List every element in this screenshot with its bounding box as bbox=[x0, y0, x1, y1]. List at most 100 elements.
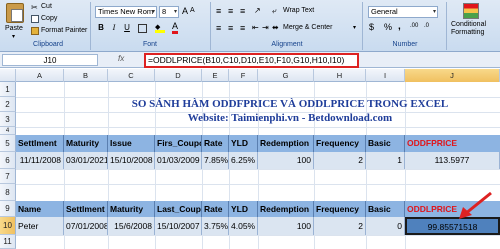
header-frequency[interactable]: Frequency bbox=[314, 135, 366, 152]
merge-center-button[interactable]: Merge & Center bbox=[283, 24, 332, 31]
underline-button[interactable]: U bbox=[121, 22, 133, 34]
cell-h10[interactable]: 2 bbox=[314, 217, 366, 235]
header-maturity[interactable]: Maturity bbox=[64, 135, 108, 152]
number-format-box[interactable]: General ▾ bbox=[368, 6, 438, 18]
header-settlment[interactable]: Settlment bbox=[16, 135, 64, 152]
copy-icon[interactable] bbox=[31, 15, 39, 23]
decrease-decimal-icon[interactable]: .0 bbox=[424, 23, 429, 29]
font-name-box[interactable]: Times New Rom ▾ bbox=[95, 6, 157, 18]
orientation-icon[interactable]: ↗ bbox=[254, 6, 261, 15]
header-frequency[interactable]: Frequency bbox=[314, 201, 366, 217]
header-redemption[interactable]: Redemption bbox=[258, 135, 314, 152]
format-painter-button[interactable]: Format Painter bbox=[41, 27, 87, 34]
cell-h6[interactable]: 2 bbox=[314, 152, 366, 169]
row-header-2[interactable]: 2 bbox=[0, 97, 16, 112]
header-name[interactable]: Name bbox=[16, 201, 64, 217]
header-maturity[interactable]: Maturity bbox=[108, 201, 155, 217]
conditional-formatting-icon[interactable] bbox=[463, 3, 479, 19]
cell-b6[interactable]: 03/01/2021 bbox=[64, 152, 108, 169]
cell-a10[interactable]: Peter bbox=[16, 217, 64, 235]
column-header-j[interactable]: J bbox=[405, 69, 500, 82]
cell-c10[interactable]: 15/6/2008 bbox=[108, 217, 155, 235]
currency-icon[interactable]: $ bbox=[369, 22, 374, 32]
header-settlment[interactable]: Settlment bbox=[64, 201, 108, 217]
row-header-9[interactable]: 9 bbox=[0, 201, 16, 217]
header-yld[interactable]: YLD bbox=[229, 135, 258, 152]
italic-button[interactable]: I bbox=[108, 22, 120, 34]
column-header-a[interactable]: A bbox=[16, 69, 64, 82]
row-header-10[interactable]: 10 bbox=[0, 217, 16, 235]
cell-e10[interactable]: 3.75% bbox=[202, 217, 229, 235]
header-basic[interactable]: Basic bbox=[366, 135, 405, 152]
cell-e6[interactable]: 7.85% bbox=[202, 152, 229, 169]
header-basic[interactable]: Basic bbox=[366, 201, 405, 217]
header-firs-coupon[interactable]: Firs_Coupon bbox=[155, 135, 202, 152]
cut-icon[interactable]: ✂ bbox=[31, 3, 38, 12]
cell-c6[interactable]: 15/10/2008 bbox=[108, 152, 155, 169]
header-issue[interactable]: Issue bbox=[108, 135, 155, 152]
shrink-font-icon[interactable]: A bbox=[190, 7, 195, 14]
row-header-8[interactable]: 8 bbox=[0, 184, 16, 201]
column-header-i[interactable]: I bbox=[366, 69, 405, 82]
merge-center-icon[interactable]: ⬌ bbox=[272, 23, 279, 32]
cell-i6[interactable]: 1 bbox=[366, 152, 405, 169]
bold-button[interactable]: B bbox=[95, 22, 107, 34]
cell-g6[interactable]: 100 bbox=[258, 152, 314, 169]
name-box[interactable]: J10 bbox=[2, 54, 98, 66]
header-last-coupon[interactable]: Last_Coupon bbox=[155, 201, 202, 217]
wrap-text-button[interactable]: Wrap Text bbox=[283, 7, 314, 14]
cell-f10[interactable]: 4.05% bbox=[229, 217, 258, 235]
paste-dropdown-icon[interactable]: ▾ bbox=[12, 33, 15, 40]
decrease-indent-icon[interactable]: ⇤ bbox=[252, 23, 259, 32]
select-all-corner[interactable] bbox=[0, 69, 16, 82]
header-rate[interactable]: Rate bbox=[202, 135, 229, 152]
grow-font-icon[interactable]: A bbox=[182, 6, 188, 16]
cut-button[interactable]: Cut bbox=[41, 3, 52, 10]
format-painter-icon[interactable] bbox=[31, 27, 39, 35]
cell-j6[interactable]: 113.5977 bbox=[405, 152, 500, 169]
merge-dropdown-icon[interactable]: ▾ bbox=[353, 24, 356, 31]
align-center-icon[interactable]: ≡ bbox=[228, 23, 233, 33]
copy-button[interactable]: Copy bbox=[41, 15, 57, 22]
column-header-g[interactable]: G bbox=[258, 69, 314, 82]
align-middle-icon[interactable]: ≡ bbox=[228, 6, 233, 16]
row-header-4[interactable]: 4 bbox=[0, 127, 16, 135]
align-left-icon[interactable]: ≡ bbox=[216, 23, 221, 33]
paste-icon[interactable] bbox=[6, 3, 24, 23]
fill-color-icon[interactable]: ◆ bbox=[155, 23, 165, 33]
row-header-6[interactable]: 6 bbox=[0, 152, 16, 169]
row-header-3[interactable]: 3 bbox=[0, 112, 16, 127]
comma-button[interactable]: , bbox=[398, 21, 401, 32]
row-header-1[interactable]: 1 bbox=[0, 82, 16, 97]
column-header-c[interactable]: C bbox=[108, 69, 155, 82]
column-header-e[interactable]: E bbox=[202, 69, 229, 82]
formatting-label[interactable]: Formatting bbox=[451, 29, 484, 36]
formula-input[interactable]: =ODDLPRICE(B10,C10,D10,E10,F10,G10,H10,I… bbox=[144, 53, 359, 68]
align-right-icon[interactable]: ≡ bbox=[240, 23, 245, 33]
column-header-b[interactable]: B bbox=[64, 69, 108, 82]
increase-indent-icon[interactable]: ⇥ bbox=[262, 23, 269, 32]
cell-i10[interactable]: 0 bbox=[366, 217, 405, 235]
align-top-icon[interactable]: ≡ bbox=[216, 6, 221, 16]
cell-g10[interactable]: 100 bbox=[258, 217, 314, 235]
header-oddfprice[interactable]: ODDFPRICE bbox=[405, 135, 500, 152]
paste-button[interactable]: Paste bbox=[5, 25, 23, 32]
row-header-5[interactable]: 5 bbox=[0, 135, 16, 152]
cell-d10[interactable]: 15/10/2007 bbox=[155, 217, 202, 235]
row-header-11[interactable]: 11 bbox=[0, 235, 16, 249]
column-header-f[interactable]: F bbox=[229, 69, 258, 82]
cell-f6[interactable]: 6.25% bbox=[229, 152, 258, 169]
conditional-formatting-label[interactable]: Conditional bbox=[451, 21, 486, 28]
column-header-d[interactable]: D bbox=[155, 69, 202, 82]
cell-d6[interactable]: 01/03/2009 bbox=[155, 152, 202, 169]
cell-a6[interactable]: 11/11/2008 bbox=[16, 152, 64, 169]
borders-icon[interactable] bbox=[138, 24, 147, 33]
header-rate[interactable]: Rate bbox=[202, 201, 229, 217]
fx-icon[interactable]: fx bbox=[118, 54, 124, 63]
align-bottom-icon[interactable]: ≡ bbox=[240, 6, 245, 16]
font-color-icon[interactable]: A bbox=[172, 22, 179, 34]
increase-decimal-icon[interactable]: .00 bbox=[410, 23, 418, 29]
header-yld[interactable]: YLD bbox=[229, 201, 258, 217]
cell-b10[interactable]: 07/01/2008 bbox=[64, 217, 108, 235]
font-size-box[interactable]: 8 ▾ bbox=[159, 6, 179, 18]
